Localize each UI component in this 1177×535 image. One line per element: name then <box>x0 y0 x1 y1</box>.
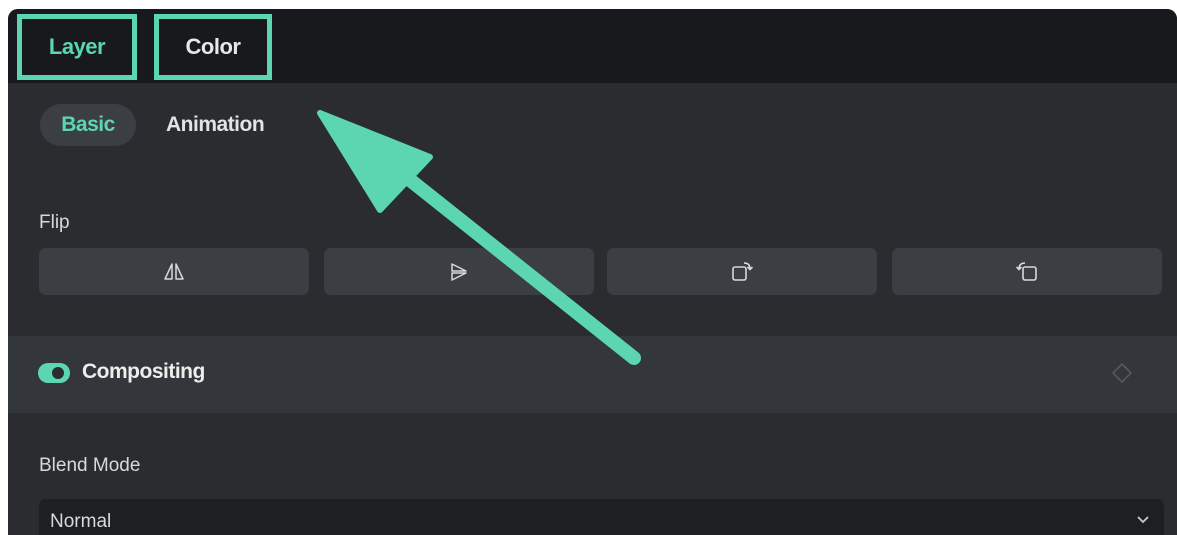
blend-mode-value: Normal <box>50 511 112 532</box>
toggle-knob <box>52 367 64 379</box>
flip-horizontal-button[interactable] <box>39 248 309 295</box>
top-tab-bar: Layer Color <box>8 9 1177 83</box>
keyframe-diamond-icon[interactable] <box>1111 362 1133 384</box>
compositing-title: Compositing <box>82 360 205 383</box>
compositing-section: Compositing <box>8 336 1177 413</box>
rotate-clockwise-button[interactable] <box>607 248 877 295</box>
chevron-down-icon <box>1137 516 1149 524</box>
flip-vertical-icon <box>451 262 467 281</box>
subtab-basic[interactable]: Basic <box>40 104 136 146</box>
properties-panel: Layer Color Basic Animation Flip Composi… <box>8 9 1177 535</box>
rotate-clockwise-icon <box>732 261 754 281</box>
compositing-toggle[interactable] <box>38 363 70 383</box>
tab-layer[interactable]: Layer <box>17 14 137 80</box>
blend-mode-select[interactable]: Normal <box>39 499 1164 535</box>
flip-horizontal-icon <box>164 262 184 280</box>
rotate-counterclockwise-button[interactable] <box>892 248 1162 295</box>
flip-label: Flip <box>39 212 70 233</box>
blend-mode-label: Blend Mode <box>39 455 141 476</box>
rotate-counterclockwise-icon <box>1015 261 1037 281</box>
tab-color[interactable]: Color <box>154 14 272 80</box>
subtab-animation[interactable]: Animation <box>166 104 265 146</box>
flip-vertical-button[interactable] <box>324 248 594 295</box>
